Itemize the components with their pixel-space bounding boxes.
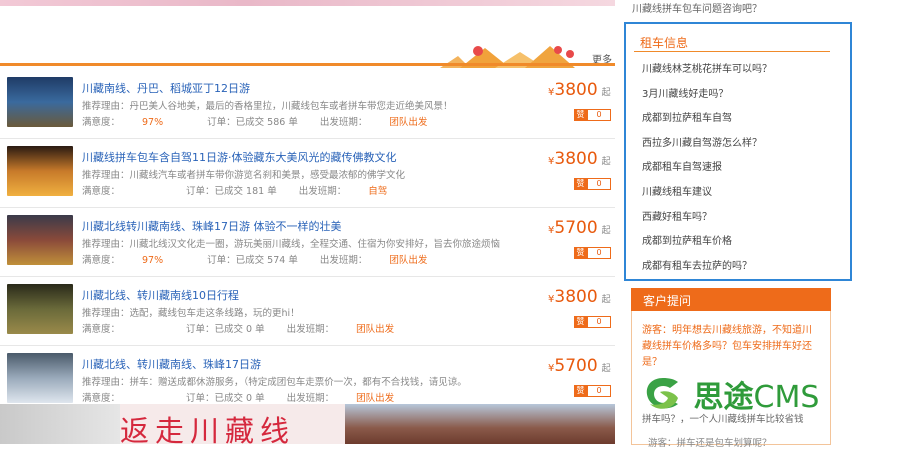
tour-price: ¥3800 起 [548, 287, 611, 307]
watermark-text: 思途CMS [693, 380, 820, 415]
order-count: 订单：已成交 0 单 [186, 393, 265, 404]
sidebar-top-link[interactable]: 川藏线拼车包车问题咨询吧？ [632, 0, 762, 15]
tour-item[interactable]: 川藏南线、丹巴、稻城亚丁12日游 推荐理由：丹巴美人谷地美，最后的香格里拉，川藏… [0, 70, 615, 139]
car-rental-item[interactable]: 成都到拉萨租车价格 [642, 230, 772, 255]
tour-item[interactable]: 川藏北线、转川藏南线10日行程 推荐理由：选配，藏线包车走这条线路，玩的更hi！… [0, 277, 615, 346]
car-rental-item[interactable]: 成都租车自驾速报 [642, 156, 772, 181]
question-text[interactable]: 游客：拼车还是包车划算呢？ [648, 435, 772, 449]
tour-reason: 推荐理由：选配，藏线包车走这条线路，玩的更hi！ [82, 308, 300, 319]
car-rental-list: 川藏线林芝桃花拼车可以吗？ 3月川藏线好走吗？ 成都到拉萨租车自驾 西拉多川藏自… [642, 58, 772, 279]
customer-questions-header: 客户提问 [631, 288, 831, 311]
car-rental-item[interactable]: 西拉多川藏自驾游怎么样？ [642, 132, 772, 157]
section-header: 更多 [0, 6, 615, 68]
sitoo-cms-watermark: 思途CMS [640, 372, 819, 416]
like-count: 0 [587, 109, 611, 121]
tour-meta: 满意度： 订单：已成交 0 单出发班期： 团队出发 [82, 393, 395, 404]
order-count: 订单：已成交 0 单 [186, 324, 265, 335]
tour-meta: 满意度： 97% 订单：已成交 574 单出发班期： 团队出发 [82, 255, 428, 266]
thumb-up-icon: 赞 [574, 385, 587, 397]
departure-type: 团队出发 [389, 117, 428, 128]
banner-text: 返走川藏线 [120, 414, 296, 444]
car-rental-item[interactable]: 川藏线林芝桃花拼车可以吗？ [642, 58, 772, 83]
car-rental-item[interactable]: 成都到拉萨租车自驾 [642, 107, 772, 132]
departure-type: 团队出发 [389, 255, 428, 266]
tour-meta: 满意度： 97% 订单：已成交 586 单出发班期： 团队出发 [82, 117, 428, 128]
tour-thumbnail[interactable] [7, 284, 73, 334]
like-button[interactable]: 赞0 [574, 315, 611, 328]
like-button[interactable]: 赞0 [574, 177, 611, 190]
like-count: 0 [587, 316, 611, 328]
tour-reason: 推荐理由：拼车：赠送成都休游服务，（特定成团包车走票价一次，都有不合找钱，请见谅… [82, 377, 467, 388]
tour-reason: 推荐理由：丹巴美人谷地美，最后的香格里拉，川藏线包车或者拼车带您走近绝美风景！ [82, 101, 453, 112]
tour-title[interactable]: 川藏北线转川藏南线、珠峰17日游 体验不一样的壮美 [82, 218, 342, 234]
rate-value: 97% [142, 255, 164, 266]
order-count: 订单：已成交 574 单 [207, 255, 298, 266]
tour-list: 川藏南线、丹巴、稻城亚丁12日游 推荐理由：丹巴美人谷地美，最后的香格里拉，川藏… [0, 70, 615, 415]
car-rental-title: 租车信息 [640, 36, 689, 50]
tour-thumbnail[interactable] [7, 215, 73, 265]
tour-title[interactable]: 川藏线拼车包车含自驾11日游·体验藏东大美风光的藏传佛教文化 [82, 149, 397, 165]
car-rental-item[interactable]: 西藏好租车吗？ [642, 206, 772, 231]
tour-thumbnail[interactable] [7, 146, 73, 196]
car-rental-panel: 租车信息 川藏线林芝桃花拼车可以吗？ 3月川藏线好走吗？ 成都到拉萨租车自驾 西… [624, 22, 852, 281]
thumb-up-icon: 赞 [574, 316, 587, 328]
departure-type: 自驾 [368, 186, 388, 197]
tour-thumbnail[interactable] [7, 353, 73, 403]
like-button[interactable]: 赞0 [574, 108, 611, 121]
tour-meta: 满意度： 订单：已成交 181 单出发班期： 自驾 [82, 186, 388, 197]
tour-meta: 满意度： 订单：已成交 0 单出发班期： 团队出发 [82, 324, 395, 335]
departure-type: 团队出发 [356, 393, 395, 404]
like-count: 0 [587, 178, 611, 190]
thumb-up-icon: 赞 [574, 178, 587, 190]
like-count: 0 [587, 385, 611, 397]
tour-title[interactable]: 川藏北线、转川藏南线10日行程 [82, 287, 239, 303]
car-rental-item[interactable]: 3月川藏线好走吗？ [642, 83, 772, 108]
tour-title[interactable]: 川藏北线、转川藏南线、珠峰17日游 [82, 356, 261, 372]
sitoo-logo-icon [646, 378, 678, 409]
tour-price: ¥3800 起 [548, 80, 611, 100]
tour-reason: 推荐理由：川藏北线汉文化走一圈，游玩美丽川藏线，全程交通、住宿为你安排好，旨去你… [82, 239, 501, 250]
section-divider [0, 63, 615, 66]
thumb-up-icon: 赞 [574, 109, 587, 121]
tour-price: ¥5700 起 [548, 218, 611, 238]
banner-image-left [0, 404, 120, 444]
car-rental-divider [634, 51, 830, 52]
customer-questions-title: 客户提问 [643, 294, 692, 308]
tour-price: ¥5700 起 [548, 356, 611, 376]
question-text[interactable]: 游客：明年想去川藏线旅游，不知道川藏线拼车价格多吗？包车安排拼车好还是？ [642, 323, 820, 371]
tour-title[interactable]: 川藏南线、丹巴、稻城亚丁12日游 [82, 80, 250, 96]
thumb-up-icon: 赞 [574, 247, 587, 259]
order-count: 订单：已成交 181 单 [186, 186, 277, 197]
tour-price: ¥3800 起 [548, 149, 611, 169]
like-count: 0 [587, 247, 611, 259]
order-count: 订单：已成交 586 单 [207, 117, 298, 128]
car-rental-item[interactable]: 川藏线租车建议 [642, 181, 772, 206]
tour-thumbnail[interactable] [7, 77, 73, 127]
tour-item[interactable]: 川藏线拼车包车含自驾11日游·体验藏东大美风光的藏传佛教文化 推荐理由：川藏线汽… [0, 139, 615, 208]
departure-type: 团队出发 [356, 324, 395, 335]
tour-item[interactable]: 川藏北线转川藏南线、珠峰17日游 体验不一样的壮美 推荐理由：川藏北线汉文化走一… [0, 208, 615, 277]
rate-value: 97% [142, 117, 164, 128]
potala-palace-image [345, 404, 615, 444]
like-button[interactable]: 赞0 [574, 384, 611, 397]
like-button[interactable]: 赞0 [574, 246, 611, 259]
car-rental-item[interactable]: 成都有租车去拉萨的吗？ [642, 255, 772, 280]
tour-reason: 推荐理由：川藏线汽车或者拼车带你游览名刹和美景，感受最浓郁的佛学文化 [82, 170, 406, 181]
promo-banner[interactable]: 返走川藏线 [0, 404, 615, 444]
